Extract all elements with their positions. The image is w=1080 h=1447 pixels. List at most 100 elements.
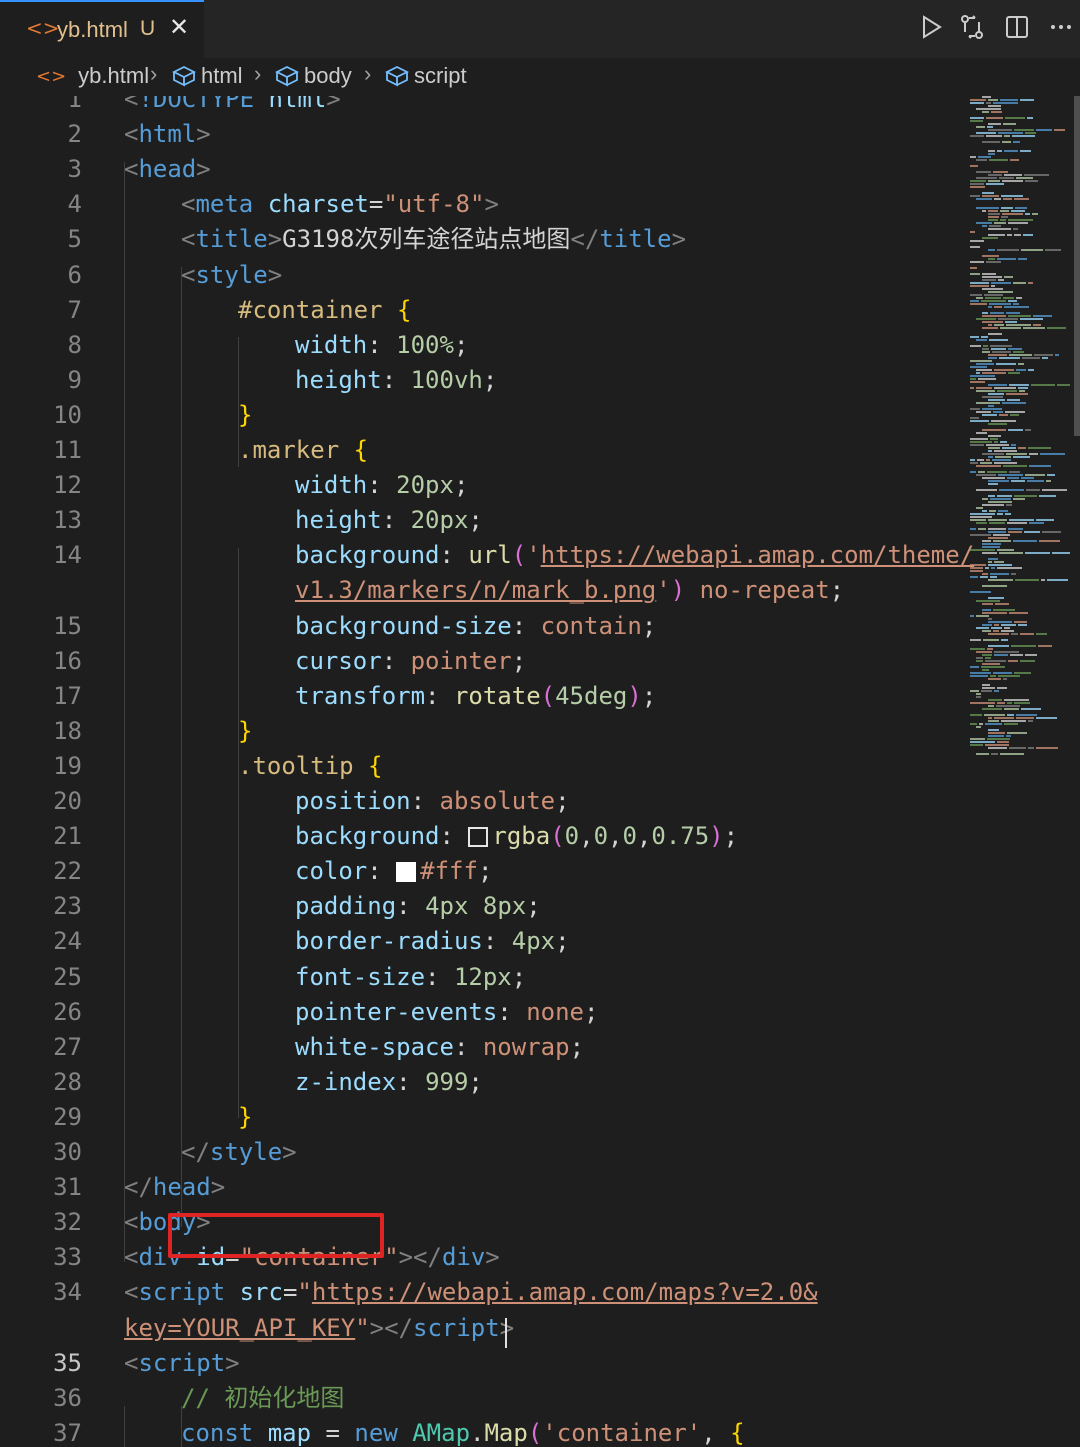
code-text: </head> bbox=[124, 1170, 225, 1205]
code-token: </ bbox=[570, 225, 600, 254]
code-token: ; bbox=[468, 506, 483, 535]
minimap-line bbox=[970, 567, 983, 569]
minimap-line bbox=[985, 297, 1001, 299]
code-line[interactable]: 18} bbox=[0, 714, 960, 749]
minimap-line bbox=[1025, 213, 1030, 215]
minimap-line bbox=[1006, 393, 1028, 395]
minimap-line bbox=[986, 459, 990, 461]
minimap-line bbox=[976, 432, 987, 434]
minimap-line bbox=[976, 177, 997, 179]
code-line[interactable]: 13 height: 20px; bbox=[0, 503, 960, 538]
code-text: width: 20px; bbox=[295, 468, 468, 503]
code-token: : bbox=[410, 787, 440, 815]
code-line[interactable]: 37 const map = new AMap.Map('container', … bbox=[0, 1416, 960, 1447]
code-line[interactable]: 27 white-space: nowrap; bbox=[0, 1030, 960, 1065]
minimap[interactable] bbox=[966, 96, 1076, 796]
code-line[interactable]: 35 <script> bbox=[0, 1346, 960, 1381]
minimap-line bbox=[970, 408, 980, 410]
code-line[interactable]: 14 background: url('https://webapi.amap.c… bbox=[0, 538, 974, 573]
minimap-line bbox=[1003, 297, 1014, 299]
code-text: pointer-events: none; bbox=[295, 995, 598, 1030]
compare-changes-icon[interactable] bbox=[959, 14, 985, 40]
code-line[interactable]: 9 height: 100vh; bbox=[0, 363, 960, 398]
close-icon[interactable]: ✕ bbox=[169, 13, 189, 41]
breadcrumb-file[interactable]: <> yb.html bbox=[36, 63, 149, 89]
minimap-line bbox=[970, 417, 979, 419]
vertical-scrollbar[interactable] bbox=[1074, 96, 1080, 436]
code-token: .marker bbox=[238, 436, 340, 464]
split-editor-icon[interactable] bbox=[1004, 14, 1030, 40]
minimap-line bbox=[970, 462, 978, 464]
minimap-line bbox=[998, 279, 1004, 281]
code-text: <title>G3198次列车途径站点地图</title> bbox=[181, 222, 686, 257]
chevron-right-icon: › bbox=[150, 61, 158, 86]
minimap-line bbox=[982, 192, 994, 194]
code-line[interactable]: 12 width: 20px; bbox=[0, 468, 960, 503]
code-editor[interactable]: 1 <!DOCTYPE html> 2 <html> 3 <head> 4 <meta cha… bbox=[0, 96, 1080, 1447]
run-icon[interactable] bbox=[918, 14, 944, 40]
line-number: 18 bbox=[53, 716, 82, 745]
code-line[interactable]: 34 <script src="https://webapi.amap.com/m… bbox=[0, 1275, 960, 1310]
color-swatch-icon[interactable] bbox=[468, 827, 489, 848]
minimap-line bbox=[970, 381, 985, 383]
minimap-line bbox=[978, 471, 985, 473]
code-text: } bbox=[238, 714, 252, 749]
code-line[interactable]: v1.3/markers/n/mark_b.png') no-repeat; bbox=[0, 573, 960, 608]
minimap-line bbox=[970, 366, 987, 368]
code-line[interactable]: 8 width: 100%; bbox=[0, 328, 960, 363]
code-line[interactable]: 4 <meta charset="utf-8"> bbox=[0, 187, 960, 222]
code-line[interactable]: 16 cursor: pointer; bbox=[0, 644, 960, 679]
code-line[interactable]: 10} bbox=[0, 398, 960, 433]
minimap-line bbox=[970, 639, 981, 641]
code-line[interactable]: 33 <div id="container"></div> bbox=[0, 1240, 960, 1275]
minimap-line bbox=[976, 489, 997, 491]
code-line[interactable]: 2 <html> bbox=[0, 117, 960, 152]
minimap-line bbox=[985, 744, 1009, 746]
breadcrumb-body[interactable]: body bbox=[275, 63, 352, 89]
code-token: < bbox=[181, 190, 196, 219]
code-line[interactable]: 26 pointer-events: none; bbox=[0, 995, 960, 1030]
minimap-line bbox=[982, 315, 1006, 317]
code-line[interactable]: 15 background-size: contain; bbox=[0, 609, 960, 644]
code-line[interactable]: 19 .tooltip { bbox=[0, 749, 960, 784]
code-line[interactable]: 30 </style> bbox=[0, 1135, 960, 1170]
more-icon[interactable] bbox=[1048, 14, 1074, 40]
code-line[interactable]: 29} bbox=[0, 1100, 960, 1135]
code-line[interactable]: 11 .marker { bbox=[0, 433, 960, 468]
minimap-line bbox=[1011, 444, 1016, 446]
breadcrumb-script[interactable]: script bbox=[385, 63, 467, 89]
minimap-line bbox=[988, 720, 999, 722]
code-line[interactable]: 6 <style> bbox=[0, 258, 960, 293]
code-line[interactable]: 23 padding: 4px 8px; bbox=[0, 889, 960, 924]
code-line[interactable]: 32 <body> bbox=[0, 1205, 960, 1240]
code-line[interactable]: 20 position: absolute; bbox=[0, 784, 960, 819]
minimap-line bbox=[1016, 717, 1034, 719]
color-swatch-icon[interactable] bbox=[396, 862, 417, 883]
code-line[interactable]: 36 // 初始化地图 bbox=[0, 1381, 960, 1416]
code-line[interactable]: 28 z-index: 999; bbox=[0, 1065, 960, 1100]
editor-tab[interactable]: <> yb.html U ✕ bbox=[0, 0, 204, 58]
code-line[interactable]: 21 background: rgba(0,0,0,0.75); bbox=[0, 819, 960, 854]
minimap-line bbox=[1021, 708, 1041, 710]
minimap-line bbox=[982, 279, 996, 281]
minimap-line bbox=[1014, 198, 1029, 200]
code-line[interactable]: key=YOUR_API_KEY"></script> bbox=[0, 1311, 960, 1346]
code-token: </ bbox=[384, 1313, 413, 1342]
code-line[interactable]: 17 transform: rotate(45deg); bbox=[0, 679, 960, 714]
code-token: : bbox=[497, 997, 527, 1026]
minimap-line bbox=[989, 303, 1011, 305]
tab-status-untracked: U bbox=[140, 17, 156, 40]
code-line[interactable]: 24 border-radius: 4px; bbox=[0, 924, 960, 959]
minimap-line bbox=[988, 450, 992, 452]
code-line[interactable]: 25 font-size: 12px; bbox=[0, 960, 960, 995]
code-line[interactable]: 5 <title>G3198次列车途径站点地图</title> bbox=[0, 222, 960, 257]
code-line[interactable]: 1 <!DOCTYPE html> bbox=[0, 96, 960, 117]
breadcrumb-html[interactable]: html bbox=[172, 63, 243, 89]
code-line[interactable]: 22 color: #fff; bbox=[0, 854, 960, 889]
minimap-line bbox=[993, 672, 1012, 674]
code-line[interactable]: 31 </head> bbox=[0, 1170, 960, 1205]
code-token: url bbox=[468, 541, 512, 570]
minimap-line bbox=[994, 462, 1017, 464]
code-line[interactable]: 7 #container { bbox=[0, 293, 960, 328]
code-line[interactable]: 3 <head> bbox=[0, 152, 960, 187]
